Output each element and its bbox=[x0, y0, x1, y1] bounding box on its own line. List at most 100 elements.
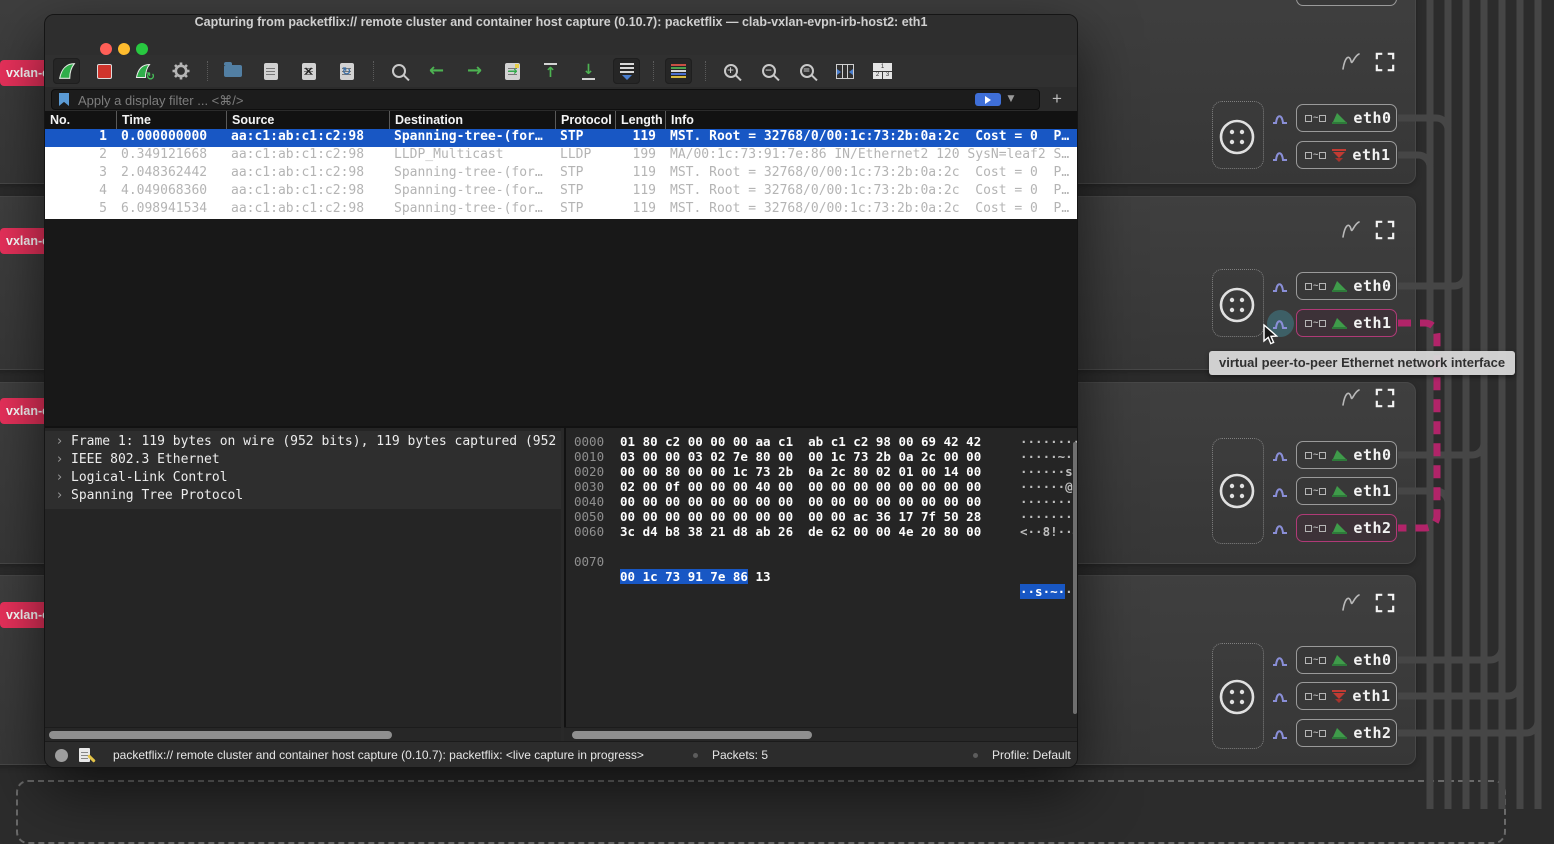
traffic-wave-icon[interactable] bbox=[1271, 111, 1290, 126]
go-to-bottom-button[interactable]: ↓ bbox=[575, 58, 602, 84]
diagram-dashed-group bbox=[16, 780, 1506, 844]
capture-file-properties-icon[interactable] bbox=[79, 748, 90, 762]
traffic-wave-icon[interactable] bbox=[1271, 521, 1290, 536]
interface-chip[interactable]: ~ eth1 bbox=[1296, 682, 1397, 710]
packet-row-selected[interactable]: 10.000000000 aa:c1:ab:c1:c2:98Spanning-t… bbox=[45, 129, 1077, 147]
filter-dropdown-caret[interactable]: ▼ bbox=[1005, 93, 1017, 106]
column-header-info[interactable]: Info bbox=[665, 111, 1077, 129]
fin-sketch-icon[interactable] bbox=[1338, 49, 1364, 75]
container-node-icon[interactable] bbox=[1215, 469, 1259, 513]
zoom-reset-button[interactable]: = bbox=[793, 58, 820, 84]
traffic-wave-icon[interactable] bbox=[1271, 148, 1290, 163]
packet-row[interactable]: 32.048362442 aa:c1:ab:c1:c2:98Spanning-t… bbox=[45, 165, 1077, 183]
chevron-right-icon[interactable]: › bbox=[57, 452, 62, 467]
detail-row[interactable]: ›Logical-Link Control bbox=[45, 470, 561, 488]
display-filter-field[interactable]: ▼ bbox=[51, 89, 1040, 110]
chevron-right-icon[interactable]: › bbox=[57, 434, 62, 449]
container-node-icon[interactable] bbox=[1215, 115, 1259, 159]
wireshark-fin-icon bbox=[1332, 727, 1347, 739]
scrollbar-thumb[interactable] bbox=[572, 731, 812, 739]
column-header-destination[interactable]: Destination bbox=[389, 111, 555, 129]
resize-columns-button[interactable] bbox=[831, 58, 858, 84]
column-header-protocol[interactable]: Protocol bbox=[555, 111, 615, 129]
scrollbar-thumb[interactable] bbox=[49, 731, 392, 739]
zoom-out-button[interactable]: − bbox=[755, 58, 782, 84]
add-filter-button[interactable]: + bbox=[1047, 89, 1067, 109]
wireshark-fin-icon bbox=[1332, 522, 1347, 534]
container-node-icon[interactable] bbox=[1215, 283, 1259, 327]
interface-chip-highlighted[interactable]: ~ eth2 bbox=[1296, 514, 1397, 542]
fin-sketch-icon[interactable] bbox=[1338, 590, 1364, 616]
detail-row[interactable]: ›Spanning Tree Protocol bbox=[45, 488, 561, 506]
detail-row[interactable]: ›IEEE 802.3 Ethernet bbox=[45, 452, 561, 470]
restart-capture-button[interactable]: ↻ bbox=[129, 58, 156, 84]
hex-row[interactable]: 00603c d4 b8 38 21 d8 ab 26 de 62 00 00 … bbox=[566, 524, 1078, 539]
interface-chip[interactable]: ~ eth0 bbox=[1296, 646, 1397, 674]
reload-file-button[interactable]: ↻ bbox=[333, 58, 360, 84]
traffic-wave-icon[interactable] bbox=[1271, 653, 1290, 668]
start-capture-button[interactable] bbox=[53, 58, 80, 84]
traffic-wave-icon[interactable] bbox=[1271, 279, 1290, 294]
traffic-wave-icon[interactable] bbox=[1271, 448, 1290, 463]
traffic-wave-icon[interactable] bbox=[1271, 689, 1290, 704]
capture-options-button[interactable] bbox=[167, 58, 194, 84]
expert-info-icon[interactable] bbox=[55, 749, 68, 762]
selected-ascii[interactable]: ··s·~· bbox=[1020, 584, 1065, 599]
traffic-wave-icon[interactable] bbox=[1271, 726, 1290, 741]
hex-row[interactable]: 001003 00 00 03 02 7e 80 00 00 1c 73 2b … bbox=[566, 449, 1078, 464]
column-header-source[interactable]: Source bbox=[226, 111, 389, 129]
go-to-packet-button[interactable]: → bbox=[499, 58, 526, 84]
packet-bytes-pane[interactable]: 000001 80 c2 00 00 00 aa c1 ab c1 c2 98 … bbox=[564, 428, 1078, 727]
bookmark-icon[interactable] bbox=[59, 93, 69, 106]
fin-sketch-icon[interactable] bbox=[1338, 385, 1364, 411]
selected-bytes[interactable]: 00 1c 73 91 7e 86 bbox=[620, 569, 748, 584]
hex-row[interactable]: 004000 00 00 00 00 00 00 00 00 00 00 00 … bbox=[566, 494, 1078, 509]
chevron-right-icon[interactable]: › bbox=[57, 470, 62, 485]
hex-row-selected[interactable]: 0070 00 1c 73 91 7e 86 13 ··s·~·· bbox=[566, 539, 1078, 554]
packet-row[interactable]: 56.098941534 aa:c1:ab:c1:c2:98Spanning-t… bbox=[45, 201, 1077, 219]
hex-row[interactable]: 005000 00 00 00 00 00 00 00 00 00 ac 36 … bbox=[566, 509, 1078, 524]
interface-chip[interactable]: ~ eth0 bbox=[1296, 272, 1397, 300]
find-packet-button[interactable] bbox=[385, 58, 412, 84]
auto-scroll-button[interactable] bbox=[613, 58, 640, 84]
open-file-button[interactable] bbox=[219, 58, 246, 84]
fin-sketch-icon[interactable] bbox=[1338, 217, 1364, 243]
go-forward-button[interactable]: → bbox=[461, 58, 488, 84]
profile-label[interactable]: Profile: Default bbox=[992, 748, 1071, 762]
column-header-time[interactable]: Time bbox=[116, 111, 226, 129]
interface-chip[interactable]: ~ eth2 bbox=[1296, 719, 1397, 747]
hex-vertical-scrollbar[interactable] bbox=[1073, 442, 1077, 714]
go-back-button[interactable]: ← bbox=[423, 58, 450, 84]
go-to-top-button[interactable]: ↑ bbox=[537, 58, 564, 84]
interface-chip[interactable]: ~ eth0 bbox=[1296, 104, 1397, 132]
interface-chip[interactable]: ~ eth0 bbox=[1296, 441, 1397, 469]
traffic-wave-icon[interactable] bbox=[1271, 484, 1290, 499]
interface-chip[interactable]: ~ eth1 bbox=[1296, 141, 1397, 169]
interface-chip[interactable]: ~ eth1 bbox=[1296, 477, 1397, 505]
interface-chip-highlighted[interactable]: ~ eth1 bbox=[1296, 309, 1397, 337]
hex-hscrollbar[interactable] bbox=[564, 727, 1077, 742]
hex-row[interactable]: 002000 00 80 00 00 1c 73 2b 0a 2c 80 02 … bbox=[566, 464, 1078, 479]
packet-row[interactable]: 20.349121668 aa:c1:ab:c1:c2:98LLDP_Multi… bbox=[45, 147, 1077, 165]
detail-hscrollbar[interactable] bbox=[45, 727, 561, 742]
stop-capture-button[interactable] bbox=[91, 58, 118, 84]
column-header-length[interactable]: Length bbox=[615, 111, 665, 129]
window-titlebar[interactable]: Capturing from packetflix:// remote clus… bbox=[45, 15, 1077, 56]
hex-row[interactable]: 000001 80 c2 00 00 00 aa c1 ab c1 c2 98 … bbox=[566, 434, 1078, 449]
layout-chooser-button[interactable]: 1 2 3 bbox=[869, 58, 896, 84]
close-file-button[interactable]: × bbox=[295, 58, 322, 84]
interface-chip-clipped[interactable]: ~ bbox=[1296, 0, 1397, 6]
colorize-packets-button[interactable] bbox=[665, 58, 692, 84]
apply-filter-button[interactable] bbox=[975, 93, 1001, 106]
display-filter-input[interactable] bbox=[76, 90, 980, 111]
zoom-in-button[interactable]: + bbox=[717, 58, 744, 84]
detail-row[interactable]: ›Frame 1: 119 bytes on wire (952 bits), … bbox=[45, 434, 561, 452]
cable-icon: ~ bbox=[1305, 452, 1326, 459]
container-node-icon[interactable] bbox=[1215, 675, 1259, 719]
cable-icon: ~ bbox=[1305, 730, 1326, 737]
chevron-right-icon[interactable]: › bbox=[57, 488, 62, 503]
hex-row[interactable]: 003002 00 0f 00 00 00 40 00 00 00 00 00 … bbox=[566, 479, 1078, 494]
save-file-button[interactable] bbox=[257, 58, 284, 84]
column-header-no[interactable]: No. bbox=[45, 111, 116, 129]
packet-row[interactable]: 44.049068360 aa:c1:ab:c1:c2:98Spanning-t… bbox=[45, 183, 1077, 201]
